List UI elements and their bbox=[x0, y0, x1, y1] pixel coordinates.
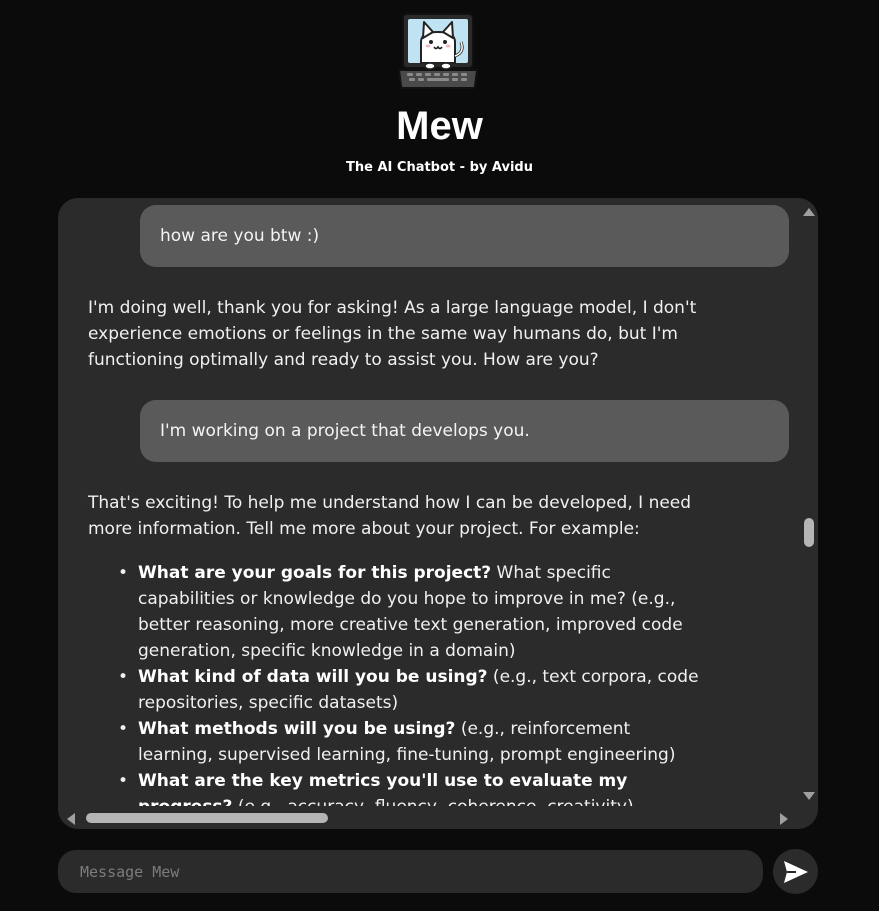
cat-laptop-icon bbox=[397, 13, 479, 89]
bot-message-list: What are your goals for this project? Wh… bbox=[118, 560, 703, 806]
horizontal-scrollbar[interactable] bbox=[58, 807, 800, 829]
list-item: What are your goals for this project? Wh… bbox=[118, 560, 703, 664]
user-message-text: I'm working on a project that develops y… bbox=[160, 421, 530, 441]
bot-message: That's exciting! To help me understand h… bbox=[88, 493, 692, 539]
list-item-bold: What are your goals for this project? bbox=[138, 563, 492, 583]
list-item-bold: What methods will you be using? bbox=[138, 719, 456, 739]
send-button[interactable] bbox=[773, 849, 818, 894]
user-message: I'm working on a project that develops y… bbox=[140, 400, 789, 462]
list-item-bold: What kind of data will you be using? bbox=[138, 667, 488, 687]
vertical-scroll-thumb[interactable] bbox=[804, 518, 814, 547]
scroll-up-arrow-icon[interactable] bbox=[803, 208, 815, 216]
user-message-text: how are you btw :) bbox=[160, 226, 320, 246]
chat-panel[interactable]: how are you btw :) I'm doing well, thank… bbox=[58, 198, 818, 829]
send-icon bbox=[783, 860, 808, 883]
scroll-down-arrow-icon[interactable] bbox=[803, 792, 815, 800]
scroll-right-arrow-icon[interactable] bbox=[780, 813, 788, 825]
user-message: how are you btw :) bbox=[140, 205, 789, 267]
vertical-scrollbar[interactable] bbox=[800, 198, 818, 806]
list-item: What are the key metrics you'll use to e… bbox=[118, 768, 703, 806]
app-subtitle: The AI Chatbot - by Avidu bbox=[346, 160, 533, 175]
horizontal-scroll-thumb[interactable] bbox=[86, 813, 328, 823]
list-item: What methods will you be using? (e.g., r… bbox=[118, 716, 703, 768]
message-input-container bbox=[58, 850, 763, 893]
message-input[interactable] bbox=[58, 850, 763, 893]
bot-message: I'm doing well, thank you for asking! As… bbox=[88, 298, 697, 370]
chat-page: Mew The AI Chatbot - by Avidu how are yo… bbox=[0, 0, 879, 911]
chat-messages: how are you btw :) I'm doing well, thank… bbox=[58, 198, 800, 806]
list-item-text: (e.g., accuracy, fluency, coherence, cre… bbox=[232, 797, 634, 806]
scroll-left-arrow-icon[interactable] bbox=[67, 813, 75, 825]
app-title: Mew bbox=[396, 104, 483, 148]
list-item: What kind of data will you be using? (e.… bbox=[118, 664, 703, 716]
